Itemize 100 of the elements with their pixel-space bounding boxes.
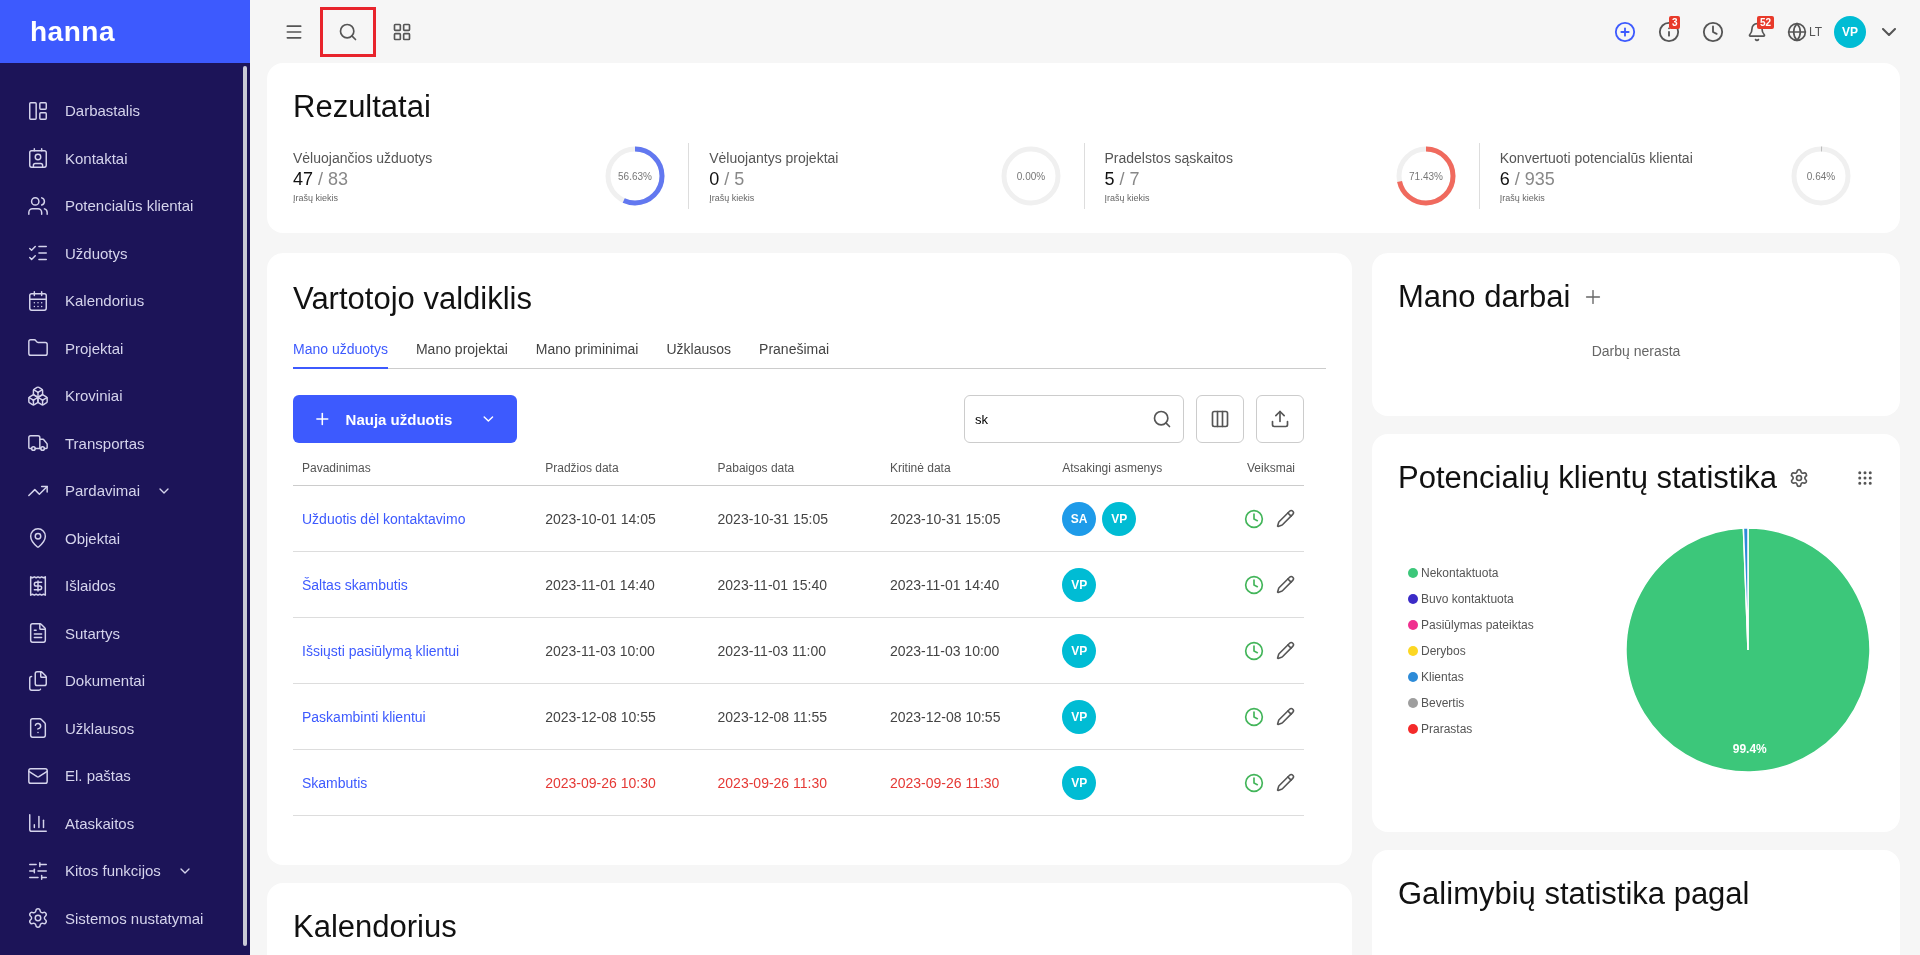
- user-menu-chevron-icon[interactable]: [1882, 27, 1896, 36]
- card-title: Kalendorius: [293, 909, 458, 945]
- task-link[interactable]: Paskambinti klientui: [302, 708, 426, 725]
- edit-icon[interactable]: [1276, 509, 1295, 528]
- assignee-avatar: VP: [1062, 633, 1097, 668]
- clock-icon[interactable]: [1244, 508, 1264, 529]
- date-cell: 2023-09-26 11:30: [889, 774, 1000, 791]
- legend-label: Bevertis: [1421, 696, 1465, 710]
- search-icon: [338, 21, 358, 42]
- date-cell: 2023-12-08 11:55: [717, 708, 828, 725]
- metric-value: 0 / 5: [709, 168, 746, 190]
- sidebar-item[interactable]: Sistemos nustatymai: [0, 894, 250, 942]
- sidebar-item[interactable]: Kroviniai: [0, 372, 250, 420]
- date-cell: 2023-11-03 10:00: [545, 642, 655, 659]
- metric-value: 5 / 7: [1104, 168, 1141, 190]
- sidebar-item[interactable]: Sutartys: [0, 609, 250, 657]
- settings-icon[interactable]: [1789, 468, 1810, 488]
- assignee-avatar: VP: [1062, 765, 1097, 800]
- search-button[interactable]: [320, 6, 376, 57]
- sidebar-item[interactable]: Kontaktai: [0, 134, 250, 182]
- sidebar-item[interactable]: Objektai: [0, 514, 250, 562]
- task-link[interactable]: Užduotis dėl kontaktavimo: [302, 510, 466, 527]
- tab[interactable]: Mano užduotys: [293, 341, 388, 369]
- sidebar-item[interactable]: Dokumentai: [0, 657, 250, 705]
- columns-icon: [1210, 409, 1230, 429]
- sidebar-item[interactable]: El. paštas: [0, 752, 250, 800]
- clock-icon[interactable]: [1244, 640, 1264, 661]
- plus-circle-icon: [1613, 20, 1636, 43]
- info-button[interactable]: 3: [1650, 13, 1687, 50]
- globe-icon: [1786, 21, 1807, 42]
- count-badge: 52: [1756, 15, 1774, 29]
- search-field[interactable]: sk: [964, 395, 1184, 443]
- count-badge: 3: [1668, 15, 1681, 29]
- sidebar-item[interactable]: Projektai: [0, 324, 250, 372]
- language-button[interactable]: LT: [1782, 21, 1826, 42]
- column-header: Atsakingi asmenys: [1053, 451, 1212, 486]
- scrollbar[interactable]: [243, 66, 247, 946]
- edit-icon[interactable]: [1276, 641, 1295, 660]
- assignee-avatar: SA: [1062, 501, 1097, 536]
- sidebar-item-icon: [27, 574, 49, 597]
- assignee-avatar: VP: [1062, 567, 1097, 602]
- date-cell: 2023-12-08 10:55: [889, 708, 1001, 725]
- tab[interactable]: Mano projektai: [415, 341, 508, 369]
- date-cell: 2023-10-31 15:05: [889, 510, 1001, 527]
- card-title: Mano darbai: [1398, 279, 1571, 315]
- assignee-avatar: VP: [1062, 699, 1097, 734]
- edit-icon[interactable]: [1276, 575, 1295, 594]
- tab[interactable]: Mano priminimai: [535, 341, 639, 369]
- sidebar-item[interactable]: Transportas: [0, 419, 250, 467]
- sidebar-item[interactable]: Ataskaitos: [0, 799, 250, 847]
- sidebar-item[interactable]: Pardavimai: [0, 467, 250, 515]
- sidebar-item[interactable]: Kalendorius: [0, 277, 250, 325]
- clock-icon[interactable]: [1244, 706, 1264, 727]
- sidebar-item[interactable]: Kitos funkcijos: [0, 847, 250, 895]
- sidebar-item[interactable]: Potencialūs klientai: [0, 182, 250, 230]
- date-cell: 2023-10-31 15:05: [717, 510, 829, 527]
- drag-handle-icon[interactable]: [1856, 469, 1874, 487]
- clock-icon: [1701, 20, 1724, 43]
- tab[interactable]: Užklausos: [666, 341, 732, 369]
- sidebar-item-icon: [27, 99, 49, 122]
- sidebar-item[interactable]: Išlaidos: [0, 562, 250, 610]
- app-logo[interactable]: hanna: [30, 15, 115, 48]
- columns-button[interactable]: [1196, 395, 1244, 443]
- sidebar-item[interactable]: Užduotys: [0, 229, 250, 277]
- sidebar-item-icon: [27, 527, 49, 550]
- search-icon[interactable]: [1152, 409, 1172, 429]
- legend-label: Derybos: [1421, 644, 1466, 658]
- metric-label: Vėluojantys projektai: [709, 149, 840, 166]
- new-task-button[interactable]: Nauja užduotis: [293, 395, 517, 443]
- info-icon: [1657, 20, 1680, 43]
- card-title: Vartotojo valdiklis: [293, 281, 533, 317]
- sidebar-item-icon: [27, 859, 49, 882]
- notifications-button[interactable]: 52: [1738, 13, 1775, 50]
- task-link[interactable]: Šaltas skambutis: [302, 576, 408, 593]
- card-title: Potencialių klientų statistika: [1398, 460, 1778, 496]
- empty-message: Darbų nerasta: [1590, 343, 1682, 359]
- tab[interactable]: Pranešimai: [759, 341, 830, 369]
- clock-icon[interactable]: [1244, 574, 1264, 595]
- date-cell: 2023-09-26 10:30: [545, 774, 656, 791]
- date-cell: 2023-11-01 15:40: [717, 576, 828, 593]
- legend-label: Prarastas: [1421, 722, 1473, 736]
- date-cell: 2023-10-01 14:05: [545, 510, 656, 527]
- metric-label: Konvertuoti potencialūs klientai: [1499, 149, 1694, 166]
- export-button[interactable]: [1256, 395, 1304, 443]
- task-link[interactable]: Išsiųsti pasiūlymą klientui: [302, 642, 460, 659]
- metric-value: 47 / 83: [293, 168, 350, 190]
- task-link[interactable]: Skambutis: [302, 774, 368, 791]
- sidebar-item-icon: [27, 669, 49, 692]
- edit-icon[interactable]: [1276, 773, 1295, 792]
- column-header: Pradžios data: [536, 451, 709, 486]
- upload-icon: [1270, 409, 1290, 429]
- metric-caption: Įrašų kiekis: [1104, 192, 1151, 203]
- metric-label: Vėluojančios užduotys: [293, 149, 434, 166]
- date-cell: 2023-11-03 11:00: [717, 642, 826, 659]
- sidebar-item[interactable]: Darbastalis: [0, 87, 250, 135]
- edit-icon[interactable]: [1276, 707, 1295, 726]
- assignee-avatar: VP: [1102, 501, 1137, 536]
- card-title: Rezultatai: [293, 89, 432, 125]
- clock-icon[interactable]: [1244, 772, 1264, 793]
- sidebar-item[interactable]: Užklausos: [0, 704, 250, 752]
